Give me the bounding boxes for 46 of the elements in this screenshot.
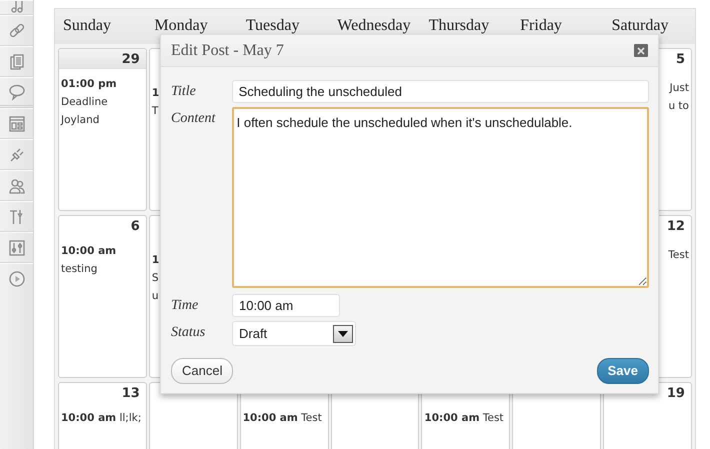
sliders-icon[interactable] bbox=[8, 238, 26, 256]
play-icon[interactable] bbox=[8, 270, 26, 288]
close-icon bbox=[636, 46, 646, 56]
event-time: 10:00 am bbox=[242, 412, 298, 424]
event-text: Just bbox=[670, 82, 689, 94]
field-label: Status bbox=[171, 324, 206, 342]
event-title: ll;lk; bbox=[119, 412, 142, 424]
event-text: Test bbox=[668, 249, 689, 261]
layout-icon[interactable] bbox=[8, 114, 26, 132]
title-field[interactable]: Scheduling the unscheduled bbox=[232, 80, 649, 103]
comment-icon[interactable] bbox=[8, 82, 26, 100]
event-text: T bbox=[152, 105, 158, 117]
date-number: 13 bbox=[122, 386, 140, 401]
tools-icon[interactable] bbox=[8, 208, 26, 226]
event-title: Test bbox=[482, 412, 504, 424]
event-time: 10:00 am bbox=[61, 412, 116, 424]
save-button[interactable]: Save bbox=[596, 358, 649, 384]
caret-icon bbox=[333, 324, 353, 342]
event-time: 01:00 pm bbox=[61, 78, 117, 90]
field-label: Title bbox=[171, 83, 197, 101]
weekday-header: Sunday bbox=[55, 9, 146, 44]
pages-icon[interactable] bbox=[8, 52, 26, 70]
event-text: 1 bbox=[152, 254, 160, 266]
close-button[interactable] bbox=[634, 44, 648, 57]
date-number: 5 bbox=[676, 52, 685, 67]
date-number: 29 bbox=[122, 52, 140, 67]
date-number: 19 bbox=[666, 386, 685, 401]
field-label: Content bbox=[171, 110, 217, 128]
event-text: u bbox=[152, 290, 158, 302]
event-title: Test bbox=[301, 412, 322, 424]
status-select[interactable]: Draft bbox=[232, 321, 356, 346]
event-text: u to bbox=[668, 100, 689, 112]
event-text: 1 bbox=[152, 87, 160, 99]
event-title: Deadline Joyland bbox=[61, 96, 108, 126]
field-label: Time bbox=[171, 297, 200, 315]
date-number: 12 bbox=[666, 219, 685, 234]
event-title: testing bbox=[61, 263, 98, 275]
users-icon[interactable] bbox=[8, 176, 26, 194]
content-field[interactable]: I often schedule the unscheduled when it's unschedulable. bbox=[232, 107, 649, 288]
date-number: 6 bbox=[130, 219, 140, 234]
event-text: S bbox=[152, 272, 159, 284]
event-time: 10:00 am bbox=[61, 245, 116, 257]
time-field[interactable]: 10:00 am bbox=[232, 294, 340, 317]
link-icon[interactable] bbox=[8, 22, 26, 40]
cancel-button[interactable]: Cancel bbox=[171, 358, 234, 384]
event-time: 10:00 am bbox=[424, 412, 480, 424]
